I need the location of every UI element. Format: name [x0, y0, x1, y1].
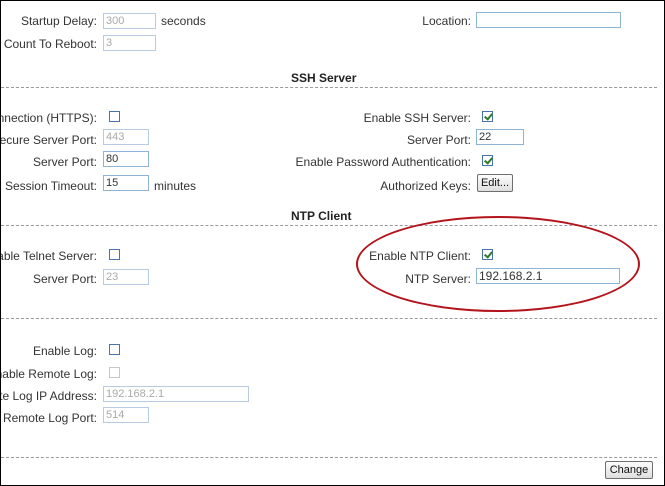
edit-keys-button[interactable]: Edit...: [477, 174, 513, 192]
telnet-server-port-label: Server Port:: [32, 272, 97, 286]
password-auth-label: Enable Password Authentication:: [295, 155, 471, 169]
session-timeout-unit: minutes: [154, 179, 197, 193]
enable-ssh-label: Enable SSH Server:: [363, 111, 471, 125]
enable-telnet-label: Enable Telnet Server:: [1, 249, 97, 263]
location-field[interactable]: [476, 12, 621, 28]
highlight-ellipse: [356, 216, 640, 312]
http-server-port-label: Server Port:: [32, 155, 97, 169]
failure-count-label: ure Count To Reboot:: [1, 37, 97, 51]
authorized-keys-label: Authorized Keys:: [380, 179, 471, 193]
enable-remote-log-checkbox[interactable]: [109, 367, 120, 378]
ssh-section-title: SSH Server: [291, 71, 357, 85]
startup-delay-unit: seconds: [161, 14, 206, 28]
footer-divider: [1, 457, 657, 458]
failure-count-field[interactable]: 3: [103, 35, 156, 51]
session-timeout-label: Session Timeout:: [4, 179, 97, 193]
telnet-server-port-field[interactable]: 23: [103, 269, 149, 285]
https-connection-label: Connection (HTTPS):: [1, 111, 97, 125]
ssh-section-divider: [1, 87, 657, 88]
change-button[interactable]: Change: [605, 461, 653, 479]
enable-log-checkbox[interactable]: [109, 344, 120, 355]
startup-delay-label: Startup Delay:: [20, 14, 97, 28]
secure-server-port-field[interactable]: 443: [103, 129, 149, 145]
log-section-divider: [1, 318, 657, 319]
secure-server-port-label: Secure Server Port:: [0, 133, 97, 147]
ntp-section-title: NTP Client: [291, 209, 352, 223]
http-server-port-field[interactable]: 80: [103, 151, 149, 167]
enable-remote-log-label: Enable Remote Log:: [1, 367, 97, 381]
https-connection-checkbox[interactable]: [109, 111, 120, 122]
enable-telnet-checkbox[interactable]: [109, 249, 120, 260]
remote-log-port-label: Remote Log Port:: [2, 411, 97, 425]
startup-delay-field[interactable]: 300: [103, 13, 156, 29]
ssh-server-port-label: Server Port:: [406, 133, 471, 147]
enable-log-label: Enable Log:: [32, 344, 97, 358]
ssh-server-port-field[interactable]: 22: [476, 129, 524, 145]
enable-ssh-checkbox[interactable]: [482, 111, 493, 122]
location-label: Location:: [422, 14, 471, 28]
session-timeout-field[interactable]: 15: [103, 175, 149, 191]
remote-log-port-field[interactable]: 514: [103, 407, 149, 423]
remote-log-ip-label: mote Log IP Address:: [0, 389, 97, 403]
password-auth-checkbox[interactable]: [482, 155, 493, 166]
remote-log-ip-field[interactable]: 192.168.2.1: [103, 386, 249, 402]
settings-panel: Startup Delay: 300 seconds Location: ure…: [0, 0, 665, 486]
